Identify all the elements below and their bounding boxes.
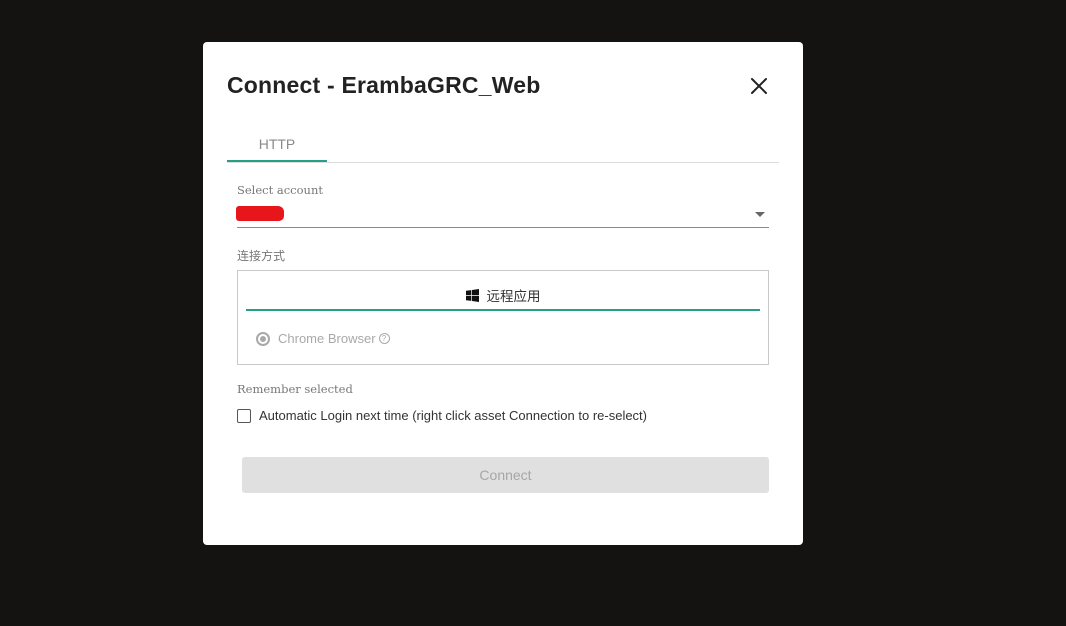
remember-selected-label: Remember selected [237, 382, 353, 396]
connect-dialog: Connect - ErambaGRC_Web HTTP Select acco… [203, 42, 803, 545]
connect-button[interactable]: Connect [242, 457, 769, 493]
tab-http[interactable]: HTTP [227, 126, 327, 162]
remote-app-label: 远程应用 [486, 289, 541, 304]
chrome-browser-radio[interactable] [256, 331, 270, 346]
connection-method-box: 远程应用 Chrome Browser? [237, 270, 769, 365]
select-account-label: Select account [237, 183, 323, 197]
select-account-dropdown[interactable] [236, 204, 769, 228]
windows-icon [465, 288, 479, 302]
tab-remote-app[interactable]: 远程应用 [246, 281, 760, 311]
close-icon [751, 78, 767, 94]
protocol-tabs: HTTP [227, 126, 779, 163]
auto-login-option: Automatic Login next time (right click a… [237, 408, 647, 423]
redacted-account-value [236, 206, 284, 221]
auto-login-label[interactable]: Automatic Login next time (right click a… [259, 408, 647, 423]
chrome-browser-label: Chrome Browser [278, 331, 376, 346]
chrome-browser-option: Chrome Browser? [256, 331, 390, 346]
auto-login-checkbox[interactable] [237, 408, 251, 423]
connection-method-label: 连接方式 [237, 249, 286, 263]
close-button[interactable] [747, 74, 771, 98]
dialog-title: Connect - ErambaGRC_Web [227, 72, 541, 98]
chevron-down-icon [755, 212, 765, 217]
help-icon[interactable]: ? [378, 333, 390, 344]
